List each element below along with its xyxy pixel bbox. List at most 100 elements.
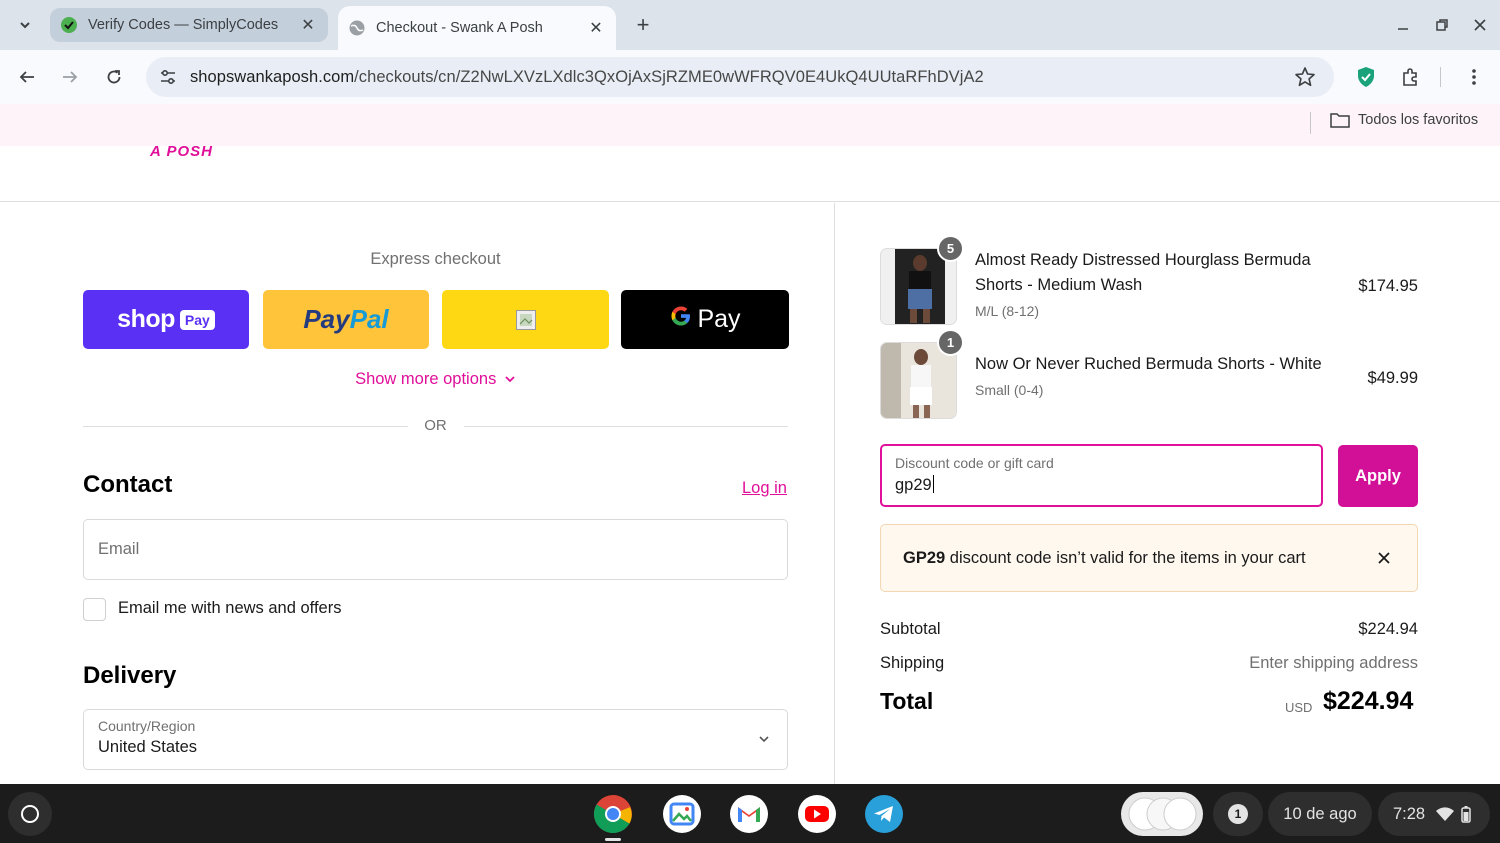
extension-shield-button[interactable] — [1350, 61, 1382, 93]
status-tray[interactable]: 7:28 — [1378, 792, 1490, 836]
all-bookmarks-button[interactable]: Todos los favoritos — [1330, 112, 1478, 128]
subtotal-label: Subtotal — [880, 620, 941, 638]
date-tray[interactable]: 10 de ago — [1268, 792, 1372, 836]
folder-icon — [1330, 113, 1350, 128]
bookmarks-bar: Todos los favoritos — [0, 104, 1500, 146]
new-tab-button[interactable]: + — [628, 10, 658, 40]
discount-code-field[interactable]: Discount code or gift card gp29 — [880, 444, 1323, 507]
holding-space-button[interactable] — [1121, 792, 1203, 836]
browser-menu-button[interactable] — [1458, 61, 1490, 93]
running-app-indicator — [605, 838, 621, 841]
total-currency: USD — [1285, 700, 1313, 715]
minimize-icon — [1398, 28, 1408, 30]
store-logo[interactable]: A POSH — [150, 146, 213, 160]
back-button[interactable] — [11, 61, 43, 93]
tab-checkout[interactable]: Checkout - Swank A Posh ✕ — [338, 6, 616, 50]
url-text: shopswankaposh.com/checkouts/cn/Z2NwLXVz… — [190, 68, 984, 87]
site-info-button[interactable] — [150, 59, 186, 95]
country-region-select[interactable]: Country/Region United States — [83, 709, 788, 770]
chevron-down-icon — [20, 22, 30, 29]
discount-error-code: GP29 — [903, 549, 946, 567]
google-pay-label: Pay — [697, 305, 741, 333]
extensions-button[interactable] — [1394, 61, 1426, 93]
line-item: 1 Now Or Never Ruched Bermuda Shorts - W… — [880, 329, 1418, 422]
shop-pay-button[interactable]: shop Pay — [83, 290, 249, 349]
subtotal-value: $224.94 — [1358, 620, 1418, 638]
shipping-value: Enter shipping address — [1249, 654, 1418, 672]
newsletter-checkbox[interactable] — [83, 598, 106, 621]
chevron-down-icon — [505, 376, 515, 383]
chrome-app-icon[interactable] — [592, 793, 634, 835]
item-name: Almost Ready Distressed Hourglass Bermud… — [975, 251, 1311, 294]
close-icon — [1474, 19, 1486, 31]
tab-title: Checkout - Swank A Posh — [376, 20, 543, 36]
reload-icon — [107, 70, 121, 84]
show-more-options-link[interactable]: Show more options — [83, 370, 788, 389]
tab-verify-codes[interactable]: Verify Codes — SimplyCodes ✕ — [50, 8, 328, 42]
item-name: Now Or Never Ruched Bermuda Shorts - Whi… — [975, 355, 1322, 373]
country-region-value: United States — [98, 738, 198, 756]
browser-tab-strip: Verify Codes — SimplyCodes ✕ Checkout - … — [0, 0, 1500, 50]
item-price: $174.95 — [1358, 277, 1418, 295]
chevron-down-icon — [759, 736, 769, 743]
tab-search-button[interactable] — [10, 10, 40, 40]
total-amount: $224.94 — [1323, 687, 1414, 715]
battery-icon — [1461, 806, 1471, 823]
close-window-button[interactable] — [1465, 10, 1495, 40]
arrow-right-icon — [63, 71, 78, 83]
subtotal-row: Subtotal $224.94 — [880, 620, 1418, 639]
amazon-pay-button[interactable] — [442, 290, 609, 349]
store-header: A POSH — [0, 146, 1500, 202]
shop-pay-wordmark: shop — [117, 305, 175, 333]
login-link[interactable]: Log in — [742, 479, 787, 498]
dismiss-error-button[interactable] — [1373, 547, 1395, 569]
checkout-page: A POSH Express checkout shop Pay Pay Pal … — [0, 146, 1500, 784]
all-bookmarks-label: Todos los favoritos — [1358, 112, 1479, 128]
paypal-logo-pal: Pal — [349, 304, 389, 334]
apply-discount-button[interactable]: Apply — [1338, 445, 1418, 507]
bookmark-star-icon[interactable] — [1294, 66, 1316, 88]
browser-toolbar: shopswankaposh.com/checkouts/cn/Z2NwLXVz… — [0, 50, 1500, 104]
express-checkout-title: Express checkout — [370, 250, 501, 268]
gmail-app-icon[interactable] — [728, 793, 770, 835]
newsletter-label[interactable]: Email me with news and offers — [118, 599, 341, 618]
tune-icon — [161, 69, 175, 85]
minimize-button[interactable] — [1388, 10, 1418, 40]
youtube-app-icon[interactable] — [796, 793, 838, 835]
quantity-badge: 5 — [937, 235, 964, 262]
close-icon[interactable]: ✕ — [586, 18, 606, 38]
contact-heading: Contact — [83, 471, 173, 498]
paypal-button[interactable]: Pay Pal — [263, 290, 429, 349]
reload-button[interactable] — [98, 61, 130, 93]
shipping-label: Shipping — [880, 654, 945, 672]
shipping-row: Shipping Enter shipping address — [880, 654, 1418, 673]
shop-pay-badge: Pay — [179, 309, 215, 330]
column-divider — [834, 203, 835, 784]
discount-code-value: gp29 — [895, 475, 934, 495]
wifi-icon — [1436, 807, 1455, 821]
telegram-app-icon[interactable] — [863, 793, 905, 835]
launcher-button[interactable] — [8, 792, 52, 836]
google-g-icon — [669, 304, 693, 335]
email-placeholder: Email — [98, 540, 140, 558]
discount-error-message: GP29 discount code isn’t valid for the i… — [903, 549, 1306, 568]
address-bar[interactable]: shopswankaposh.com/checkouts/cn/Z2NwLXVz… — [146, 57, 1334, 97]
close-icon — [1378, 552, 1390, 564]
email-field[interactable]: Email — [83, 519, 788, 580]
notifications-button[interactable]: 1 — [1213, 792, 1263, 836]
url-domain: shopswankaposh.com — [190, 67, 355, 86]
discount-error-text: discount code isn’t valid for the items … — [945, 549, 1306, 567]
tab-title: Verify Codes — SimplyCodes — [88, 17, 279, 33]
os-shelf: 1 10 de ago 7:28 — [0, 784, 1500, 843]
delivery-heading: Delivery — [83, 662, 177, 689]
bookmarks-separator — [1310, 112, 1311, 134]
shield-icon — [1358, 67, 1374, 87]
forward-button[interactable] — [54, 61, 86, 93]
restore-button[interactable] — [1427, 10, 1457, 40]
close-icon[interactable]: ✕ — [298, 15, 318, 35]
divider-line-right — [464, 426, 788, 427]
line-item: 5 Almost Ready Distressed Hourglass Berm… — [880, 235, 1418, 328]
google-pay-button[interactable]: Pay — [621, 290, 789, 349]
photos-app-icon[interactable] — [661, 793, 703, 835]
screenshot-thumbnails-icon — [1128, 797, 1197, 831]
